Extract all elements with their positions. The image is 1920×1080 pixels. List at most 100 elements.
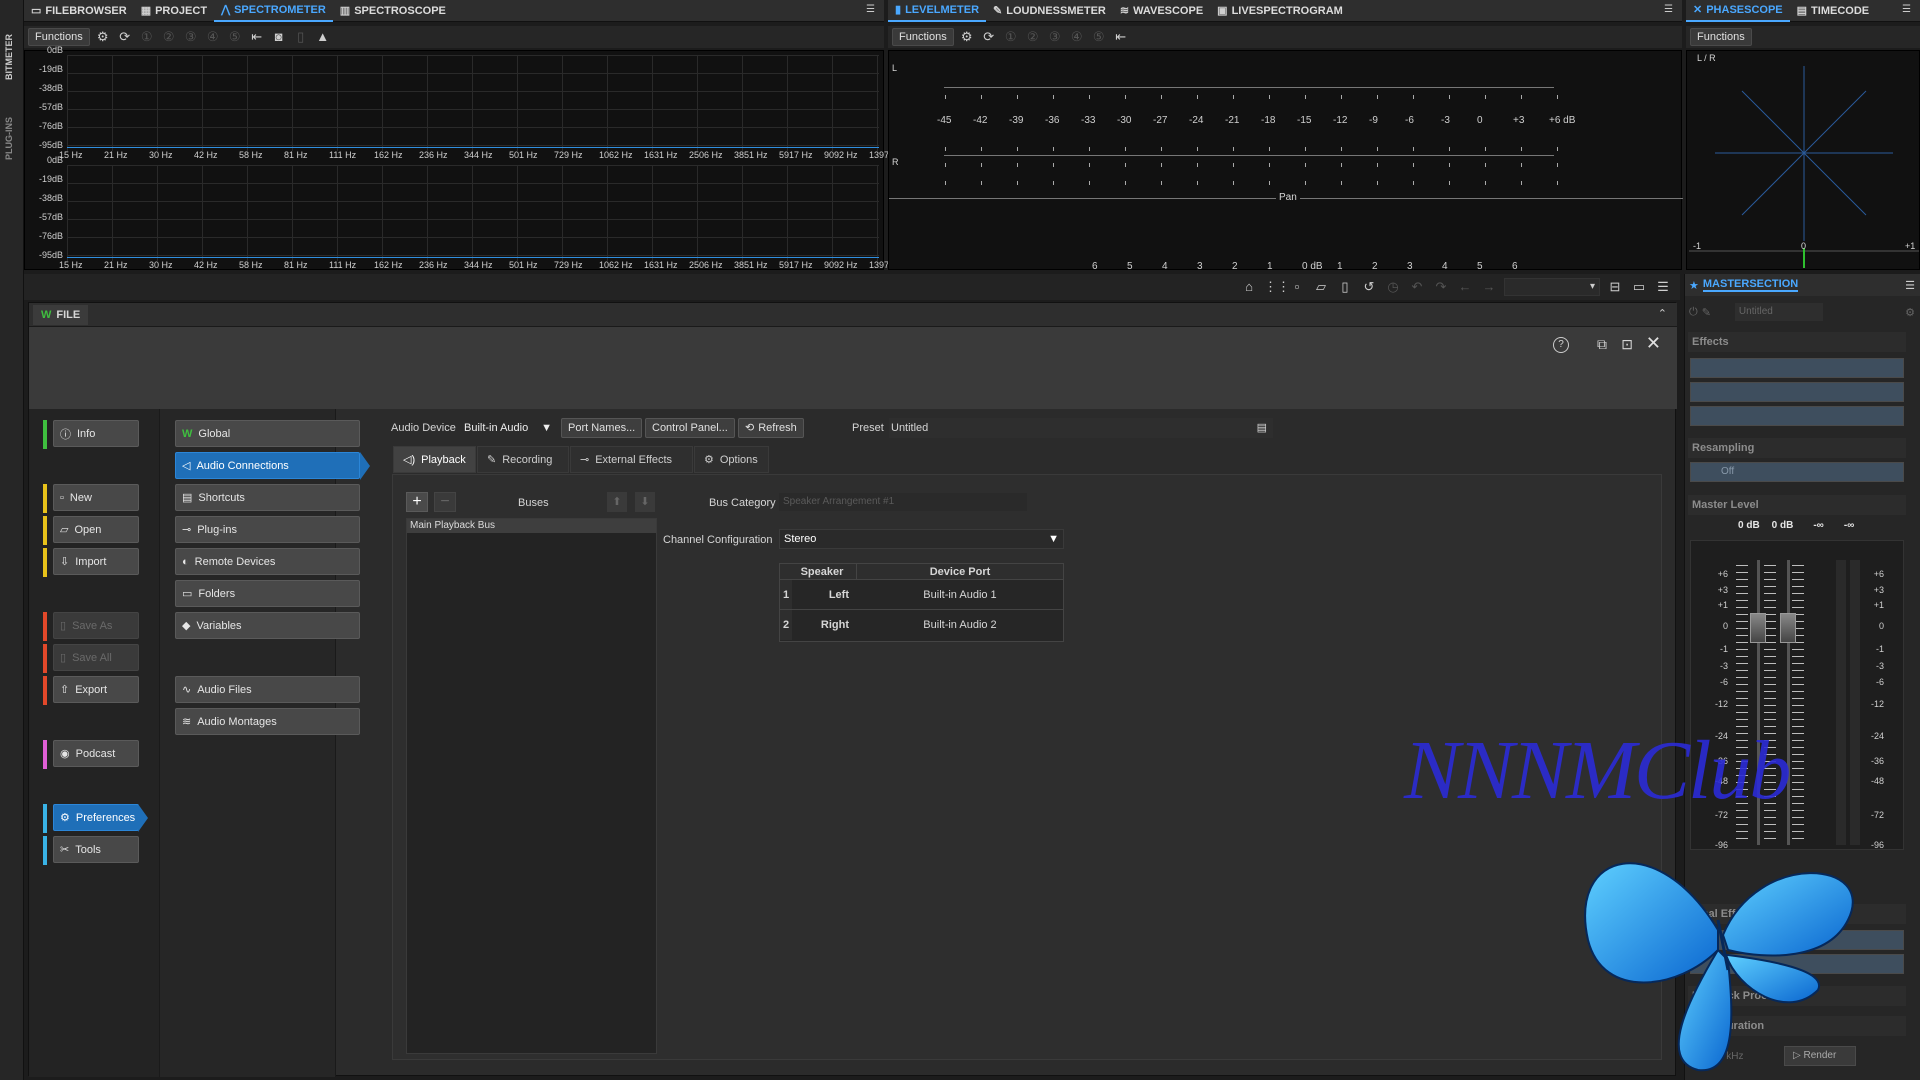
functions-button[interactable]: Functions	[1690, 28, 1752, 46]
nav-podcast-button[interactable]: ◉ Podcast	[53, 740, 139, 767]
effect-slot-2[interactable]	[1690, 382, 1904, 402]
nav-tools-button[interactable]: ✂ Tools	[53, 836, 139, 863]
nav-save-as-button[interactable]: ▯ Save As	[53, 612, 139, 639]
trash-icon[interactable]: ▯	[292, 28, 310, 46]
nav-preferences-button[interactable]: ⚙ Preferences	[53, 804, 148, 832]
move-up-button[interactable]: ⬆	[607, 492, 627, 512]
power-icon[interactable]: ⏻	[1689, 306, 1698, 319]
tab-project[interactable]: ▦ PROJECT	[134, 0, 214, 22]
collapse-icon[interactable]: ⊟	[1606, 278, 1624, 296]
history-icon[interactable]: ◷	[1384, 278, 1402, 296]
back-icon[interactable]: ←	[1456, 278, 1474, 296]
port-names-button[interactable]: Port Names...	[561, 418, 643, 438]
nav-info-button[interactable]: ⓘ Info	[53, 420, 139, 447]
nav-import-button[interactable]: ⇩ Import	[53, 548, 139, 575]
picture-icon[interactable]: ▲	[314, 28, 332, 46]
preset-1-icon[interactable]: ①	[1002, 28, 1020, 46]
pref-audio-files-button[interactable]: ∿ Audio Files	[175, 676, 360, 703]
window-icon[interactable]: ▭	[1630, 278, 1648, 296]
preset-2-icon[interactable]: ②	[160, 28, 178, 46]
tab-external-effects[interactable]: ⊸ External Effects	[570, 446, 693, 473]
panel-menu-icon[interactable]: ☰	[1664, 5, 1676, 15]
effect-slot-1[interactable]	[1690, 358, 1904, 378]
preset-menu-icon[interactable]: ▤	[1257, 418, 1267, 438]
settings-icon[interactable]: ⚙	[1905, 306, 1915, 319]
functions-button[interactable]: Functions	[892, 28, 954, 46]
gear-icon[interactable]: ⚙	[958, 28, 976, 46]
preset-field[interactable]: Untitled ▤	[889, 418, 1273, 438]
preset-4-icon[interactable]: ④	[1068, 28, 1086, 46]
go-start-icon[interactable]: ⇤	[1112, 28, 1130, 46]
control-panel-button[interactable]: Control Panel...	[645, 418, 735, 438]
grid-icon[interactable]: ⋮⋮	[1264, 278, 1290, 296]
file-tab[interactable]: W FILE	[33, 305, 89, 325]
tab-timecode[interactable]: ▤ TIMECODE	[1790, 0, 1876, 22]
nav-save-all-button[interactable]: ▯ Save All	[53, 644, 139, 671]
preset-3-icon[interactable]: ③	[1046, 28, 1064, 46]
panel-menu-icon[interactable]: ☰	[866, 5, 878, 15]
tab-wavescope[interactable]: ≋ WAVESCOPE	[1113, 0, 1210, 22]
bus-category-field[interactable]: Speaker Arrangement #1	[779, 493, 1027, 511]
tab-options[interactable]: ⚙ Options	[694, 446, 769, 473]
tab-playback[interactable]: ◁) Playback	[393, 446, 476, 473]
tab-spectrometer[interactable]: ⋀ SPECTROMETER	[214, 0, 333, 22]
preset-4-icon[interactable]: ④	[204, 28, 222, 46]
bitmeter-tab[interactable]: BITMETER	[4, 10, 18, 80]
pref-remote-devices-button[interactable]: ◐ Remote Devices	[175, 548, 360, 575]
refresh-icon[interactable]: ⟳	[980, 28, 998, 46]
redo-icon[interactable]: ↷	[1432, 278, 1450, 296]
remove-bus-button[interactable]: −	[434, 492, 456, 512]
open-folder-icon[interactable]: ▱	[1312, 278, 1330, 296]
preset-1-icon[interactable]: ①	[138, 28, 156, 46]
plugins-tab[interactable]: PLUG-INS	[4, 90, 18, 160]
pref-shortcuts-button[interactable]: ▤ Shortcuts	[175, 484, 360, 511]
pref-global-button[interactable]: W Global	[175, 420, 360, 447]
effect-slot-3[interactable]	[1690, 406, 1904, 426]
nav-export-button[interactable]: ⇧ Export	[53, 676, 139, 703]
forward-icon[interactable]: →	[1480, 278, 1498, 296]
move-down-button[interactable]: ⬇	[635, 492, 655, 512]
collapse-chevron-icon[interactable]: ⌃	[1658, 307, 1667, 320]
workspace-dropdown[interactable]: ▾	[1504, 278, 1600, 296]
undo-icon[interactable]: ↶	[1408, 278, 1426, 296]
panel-menu-icon[interactable]: ☰	[1654, 278, 1672, 296]
table-row[interactable]: 2 Right Built-in Audio 2	[780, 610, 1063, 640]
tab-spectroscope[interactable]: ▥ SPECTROSCOPE	[333, 0, 453, 22]
nav-open-button[interactable]: ▱ Open	[53, 516, 139, 543]
panel-menu-icon[interactable]: ☰	[1905, 279, 1915, 292]
tab-livespectrogram[interactable]: ▣ LIVESPECTROGRAM	[1210, 0, 1350, 22]
go-start-icon[interactable]: ⇤	[248, 28, 266, 46]
nav-new-button[interactable]: ▫ New	[53, 484, 139, 511]
preset-3-icon[interactable]: ③	[182, 28, 200, 46]
panel-menu-icon[interactable]: ☰	[1902, 5, 1914, 15]
tab-filebrowser[interactable]: ▭ FILEBROWSER	[24, 0, 134, 22]
new-file-icon[interactable]: ▫	[1288, 278, 1306, 296]
refresh-icon[interactable]: ⟳	[116, 28, 134, 46]
home-icon[interactable]: ⌂	[1240, 278, 1258, 296]
camera-icon[interactable]: ◙	[270, 28, 288, 46]
fader-handle-left[interactable]	[1750, 613, 1766, 643]
add-bus-button[interactable]: +	[406, 492, 428, 512]
resampling-slot[interactable]: Off	[1690, 462, 1904, 482]
tab-loudnessmeter[interactable]: ✎ LOUDNESSMETER	[986, 0, 1113, 22]
preset-5-icon[interactable]: ⑤	[226, 28, 244, 46]
fader-handle-right[interactable]	[1780, 613, 1796, 643]
save-icon[interactable]: ▯	[1336, 278, 1354, 296]
pref-plug-ins-button[interactable]: ⊸ Plug-ins	[175, 516, 360, 543]
duplicate-window-icon[interactable]: ⧉	[1597, 336, 1607, 353]
tab-levelmeter[interactable]: ▮ LEVELMETER	[888, 0, 987, 22]
pen-icon[interactable]: ✎	[1702, 306, 1711, 319]
pref-variables-button[interactable]: ◆ Variables	[175, 612, 360, 639]
close-icon[interactable]: ✕	[1646, 333, 1661, 354]
pref-audio-montages-button[interactable]: ≋ Audio Montages	[175, 708, 360, 735]
revert-icon[interactable]: ↺	[1360, 278, 1378, 296]
gear-icon[interactable]: ⚙	[94, 28, 112, 46]
preset-5-icon[interactable]: ⑤	[1090, 28, 1108, 46]
master-preset-field[interactable]: Untitled	[1734, 303, 1823, 321]
refresh-button[interactable]: ⟲ Refresh	[738, 418, 804, 438]
table-row[interactable]: 1 Left Built-in Audio 1	[780, 580, 1063, 610]
functions-button[interactable]: Functions	[28, 28, 90, 46]
channel-config-select[interactable]: Stereo ▼	[779, 529, 1064, 549]
list-item[interactable]: Main Playback Bus	[407, 519, 656, 533]
tab-phasescope[interactable]: ✕ PHASESCOPE	[1686, 0, 1790, 22]
